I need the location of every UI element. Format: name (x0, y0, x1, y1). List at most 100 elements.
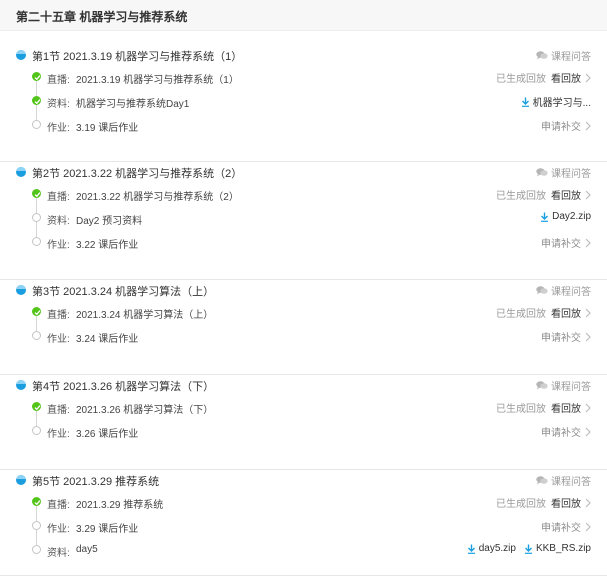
item-type-label: 作业: (47, 240, 70, 251)
watch-replay-button[interactable]: 看回放 (551, 495, 581, 510)
chevron-right-icon (585, 190, 591, 199)
apply-resubmit-button[interactable]: 申请补交 (541, 118, 581, 133)
watch-replay-button[interactable]: 看回放 (551, 400, 581, 415)
item-title: 2021.3.29 推荐系统 (76, 500, 164, 511)
check-circle-icon (32, 497, 41, 506)
chevron-right-icon (585, 238, 591, 247)
check-circle-icon (32, 72, 41, 81)
download-link[interactable]: day5.zip (467, 543, 516, 554)
section-header[interactable]: 第2节 2021.3.22 机器学习与推荐系统（2） 课程问答 (0, 162, 607, 182)
item-type-label: 直播: (47, 500, 70, 511)
list-item[interactable]: 直播: 2021.3.24 机器学习算法（上） 已生成回放 看回放 (0, 300, 607, 324)
section-status-icon (16, 50, 26, 60)
chat-bubble-icon (536, 476, 548, 485)
course-qa-link[interactable]: 课程问答 (536, 48, 591, 63)
section-header[interactable]: 第1节 2021.3.19 机器学习与推荐系统（1） 课程问答 (0, 45, 607, 65)
course-qa-link[interactable]: 课程问答 (536, 473, 591, 488)
item-actions: 机器学习与... (513, 94, 591, 109)
course-qa-link[interactable]: 课程问答 (536, 378, 591, 393)
hollow-circle-icon (32, 120, 41, 129)
list-item[interactable]: 作业: 3.26 课后作业 申请补交 (0, 419, 607, 443)
item-type-label: 资料: (47, 99, 70, 110)
item-title: 机器学习与推荐系统Day1 (76, 99, 190, 110)
download-link[interactable]: KKB_RS.zip (524, 543, 591, 554)
download-arrow-icon (521, 97, 529, 107)
apply-resubmit-button[interactable]: 申请补交 (541, 235, 581, 250)
chapter-header: 第二十五章 机器学习与推荐系统 (0, 0, 607, 31)
item-title: 3.26 课后作业 (76, 429, 139, 440)
section-status-icon (16, 380, 26, 390)
section-title: 第4节 2021.3.26 机器学习算法（下） (32, 381, 215, 393)
watch-replay-button[interactable]: 看回放 (551, 305, 581, 320)
item-title: 2021.3.24 机器学习算法（上） (76, 310, 214, 321)
item-actions: 申请补交 (541, 118, 591, 133)
item-title: 2021.3.22 机器学习与推荐系统（2） (76, 192, 239, 203)
item-title: 3.19 课后作业 (76, 123, 139, 134)
item-type-label: 直播: (47, 192, 70, 203)
chat-bubble-icon (536, 51, 548, 60)
section-header[interactable]: 第5节 2021.3.29 推荐系统 课程问答 (0, 470, 607, 490)
apply-resubmit-button[interactable]: 申请补交 (541, 329, 581, 344)
item-title: day5 (76, 544, 98, 555)
replay-status: 已生成回放 (496, 74, 546, 85)
item-actions: 已生成回放 看回放 (496, 495, 591, 510)
item-type-label: 直播: (47, 75, 70, 86)
item-actions: 已生成回放 看回放 (496, 400, 591, 415)
item-actions: day5.zip KKB_RS.zip (459, 543, 591, 554)
list-item[interactable]: 直播: 2021.3.29 推荐系统 已生成回放 看回放 (0, 490, 607, 514)
item-actions: 申请补交 (541, 235, 591, 250)
section-header[interactable]: 第3节 2021.3.24 机器学习算法（上） 课程问答 (0, 280, 607, 300)
chat-bubble-icon (536, 286, 548, 295)
item-type-label: 作业: (47, 524, 70, 535)
apply-resubmit-button[interactable]: 申请补交 (541, 424, 581, 439)
replay-status: 已生成回放 (496, 309, 546, 320)
hollow-circle-icon (32, 521, 41, 530)
list-item[interactable]: 资料: Day2 预习资料 Day2.zip (0, 206, 607, 230)
watch-replay-button[interactable]: 看回放 (551, 187, 581, 202)
list-item[interactable]: 作业: 3.22 课后作业 申请补交 (0, 230, 607, 254)
list-item[interactable]: 作业: 3.29 课后作业 申请补交 (0, 514, 607, 538)
item-actions: 已生成回放 看回放 (496, 70, 591, 85)
section-4: 第4节 2021.3.26 机器学习算法（下） 课程问答 直播: 2021.3.… (0, 375, 607, 470)
item-title: 2021.3.26 机器学习算法（下） (76, 405, 214, 416)
course-qa-link[interactable]: 课程问答 (536, 283, 591, 298)
item-actions: 申请补交 (541, 424, 591, 439)
section-title: 第3节 2021.3.24 机器学习算法（上） (32, 286, 215, 298)
section-title: 第2节 2021.3.22 机器学习与推荐系统（2） (32, 168, 243, 180)
section-status-icon (16, 475, 26, 485)
chevron-right-icon (585, 332, 591, 341)
item-actions: 已生成回放 看回放 (496, 187, 591, 202)
list-item[interactable]: 作业: 3.24 课后作业 申请补交 (0, 324, 607, 348)
item-title: 3.29 课后作业 (76, 524, 139, 535)
section-2: 第2节 2021.3.22 机器学习与推荐系统（2） 课程问答 直播: 2021… (0, 162, 607, 280)
list-item[interactable]: 资料: day5 day5.zip KKB_RS.zip (0, 538, 607, 562)
replay-status: 已生成回放 (496, 499, 546, 510)
download-arrow-icon (524, 544, 532, 554)
hollow-circle-icon (32, 426, 41, 435)
section-header[interactable]: 第4节 2021.3.26 机器学习算法（下） 课程问答 (0, 375, 607, 395)
hollow-circle-icon (32, 237, 41, 246)
section-status-icon (16, 285, 26, 295)
apply-resubmit-button[interactable]: 申请补交 (541, 519, 581, 534)
list-item[interactable]: 作业: 3.19 课后作业 申请补交 (0, 113, 607, 137)
item-type-label: 资料: (47, 216, 70, 227)
list-item[interactable]: 资料: 机器学习与推荐系统Day1 机器学习与... (0, 89, 607, 113)
list-item[interactable]: 直播: 2021.3.26 机器学习算法（下） 已生成回放 看回放 (0, 395, 607, 419)
replay-status: 已生成回放 (496, 191, 546, 202)
item-type-label: 作业: (47, 123, 70, 134)
watch-replay-button[interactable]: 看回放 (551, 70, 581, 85)
section-5: 第5节 2021.3.29 推荐系统 课程问答 直播: 2021.3.29 推荐… (0, 470, 607, 576)
item-actions: 申请补交 (541, 329, 591, 344)
section-title: 第1节 2021.3.19 机器学习与推荐系统（1） (32, 51, 243, 63)
chevron-right-icon (585, 427, 591, 436)
list-item[interactable]: 直播: 2021.3.19 机器学习与推荐系统（1） 已生成回放 看回放 (0, 65, 607, 89)
course-qa-link[interactable]: 课程问答 (536, 165, 591, 180)
course-qa-label: 课程问答 (551, 169, 591, 180)
download-arrow-icon (467, 544, 475, 554)
download-link[interactable]: Day2.zip (540, 211, 591, 222)
download-link[interactable]: 机器学习与... (521, 94, 591, 109)
list-item[interactable]: 直播: 2021.3.22 机器学习与推荐系统（2） 已生成回放 看回放 (0, 182, 607, 206)
item-title: 3.22 课后作业 (76, 240, 139, 251)
check-circle-icon (32, 96, 41, 105)
check-circle-icon (32, 189, 41, 198)
